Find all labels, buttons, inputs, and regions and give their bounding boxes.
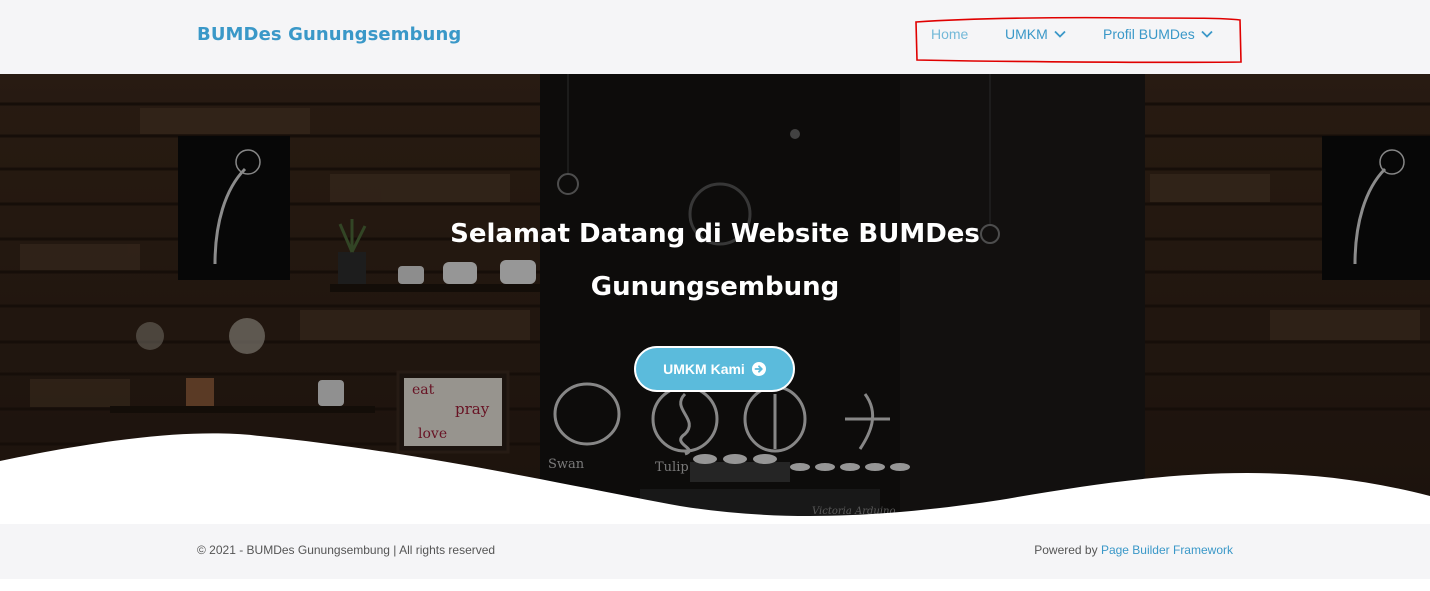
page-builder-framework-link[interactable]: Page Builder Framework [1101,543,1233,557]
site-header: BUMDes Gunungsembung Home UMKM Profil BU… [0,0,1430,74]
site-logo[interactable]: BUMDes Gunungsembung [197,24,461,45]
hero-wave-divider [0,433,1430,524]
powered-by-prefix: Powered by [1034,543,1101,557]
powered-by: Powered by Page Builder Framework [1034,543,1233,557]
copyright-text: © 2021 - BUMDes Gunungsembung | All righ… [197,543,496,557]
red-highlight-annotation [915,16,1242,64]
site-footer: © 2021 - BUMDes Gunungsembung | All righ… [0,524,1430,579]
hero-section: eat pray love Swan Tulip Victoria Arduin… [0,74,1430,524]
